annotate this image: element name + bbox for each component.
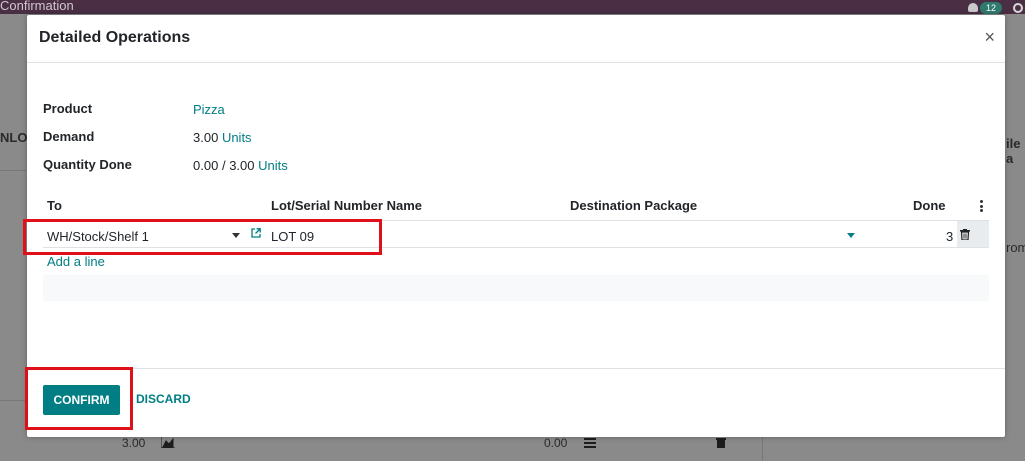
trash-icon[interactable] (716, 437, 726, 448)
activity-icon[interactable] (1013, 3, 1023, 13)
quantity-done-label: Quantity Done (43, 157, 132, 172)
highlight-box-confirm (25, 367, 133, 430)
demand-value: 3.00 Units (193, 130, 252, 145)
empty-table-row (43, 275, 989, 301)
done-quantity-input[interactable]: 3 (946, 229, 953, 244)
package-dropdown-icon[interactable] (847, 233, 855, 238)
column-header-package[interactable]: Destination Package (570, 198, 697, 213)
footer-divider (27, 368, 1005, 369)
optional-columns-icon[interactable] (980, 200, 983, 214)
qty-done-unit[interactable]: Units (258, 158, 288, 173)
qty-done-total: 3.00 (229, 158, 255, 173)
dialog-title: Detailed Operations (39, 29, 191, 46)
quantity-done-value: 0.00 / 3.00 Units (193, 158, 288, 173)
dialog-header: Detailed Operations × (27, 15, 1005, 63)
bg-left-column-text: NLO (0, 130, 28, 145)
bg-row-value: 0.00 (544, 436, 568, 450)
bg-divider (762, 437, 763, 461)
bg-divider (0, 400, 26, 401)
product-label: Product (43, 101, 93, 116)
breadcrumb[interactable]: Confirmation (0, 0, 74, 13)
close-button[interactable]: × (984, 27, 995, 48)
chat-icon[interactable] (968, 3, 978, 12)
trash-icon[interactable] (960, 229, 970, 240)
add-line-link[interactable]: Add a line (47, 254, 105, 269)
list-icon[interactable] (584, 438, 596, 448)
forecast-chart-icon[interactable] (161, 437, 175, 448)
app-topbar: Confirmation 12 (0, 0, 1025, 14)
notification-badge: 12 (980, 2, 1002, 14)
bg-right-column-text: ile a (1006, 136, 1021, 166)
qty-done-quantity: 0.00 (193, 158, 219, 173)
bg-right-column-text: rom (1006, 240, 1025, 255)
highlight-box-row (23, 219, 382, 255)
column-header-to[interactable]: To (47, 198, 62, 213)
demand-unit[interactable]: Units (222, 130, 252, 145)
bg-divider (0, 170, 26, 171)
qty-done-separator: / (221, 158, 226, 173)
discard-button[interactable]: DISCARD (136, 392, 191, 406)
bg-row-qty: 3.00 (122, 436, 146, 450)
column-header-lot[interactable]: Lot/Serial Number Name (271, 198, 422, 213)
column-header-done[interactable]: Done (913, 198, 946, 213)
demand-quantity: 3.00 (193, 130, 219, 145)
demand-label: Demand (43, 129, 95, 144)
product-link[interactable]: Pizza (193, 102, 225, 117)
